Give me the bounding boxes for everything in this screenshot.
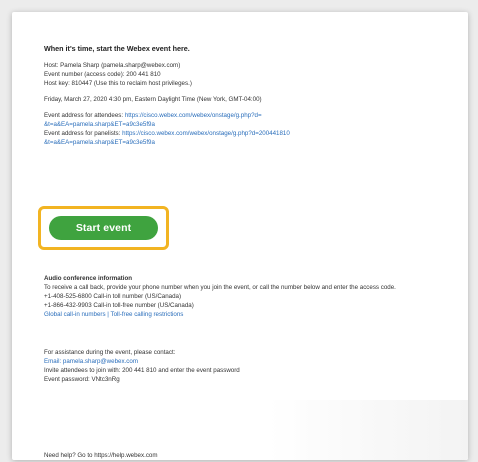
attendee-link-label: Event address for attendees: — [44, 112, 124, 119]
support-email-link[interactable]: Email: pamela.sharp@webex.com — [44, 357, 454, 366]
global-numbers-link[interactable]: Global call-in numbers | Toll-free calli… — [44, 310, 454, 319]
start-event-button[interactable]: Start event — [49, 216, 158, 240]
audio-line: +1-408-525-6800 Call-in toll number (US/… — [44, 293, 182, 300]
host-line: Host: Pamela Sharp (pamela.sharp@webex.c… — [44, 62, 181, 69]
support-line: For assistance during the event, please … — [44, 349, 176, 356]
panelist-link[interactable]: https://cisco.webex.com/webex/onstage/g.… — [122, 130, 290, 137]
email-page: When it's time, start the Webex event he… — [12, 12, 468, 460]
email-body: When it's time, start the Webex event he… — [44, 44, 454, 147]
audio-line: +1-866-432-9903 Call-in toll-free number… — [44, 302, 194, 309]
audio-heading: Audio conference information — [44, 275, 133, 282]
edge-fade — [268, 400, 468, 460]
event-date: Friday, March 27, 2020 4:30 pm, Eastern … — [44, 96, 262, 103]
attendee-link-cont[interactable]: &t=a&EA=pamela.sharp&ET=a9c3e5f9a — [44, 120, 454, 129]
email-heading: When it's time, start the Webex event he… — [44, 44, 190, 53]
host-info: Host: Pamela Sharp (pamela.sharp@webex.c… — [44, 61, 454, 88]
support-info: For assistance during the event, please … — [44, 348, 454, 384]
attendee-link-block: Event address for attendees: https://cis… — [44, 111, 454, 147]
event-number-line: Event number (access code): 200 441 810 — [44, 71, 161, 78]
audio-info: Audio conference information To receive … — [44, 274, 454, 319]
panelist-link-label: Event address for panelists: — [44, 130, 121, 137]
panelist-link-cont[interactable]: &t=a&EA=pamela.sharp&ET=a9c3e5f9a — [44, 138, 454, 147]
attendee-link[interactable]: https://cisco.webex.com/webex/onstage/g.… — [125, 112, 262, 119]
support-extra: Event password: VNtc3nRg — [44, 376, 120, 383]
host-key-line: Host key: 810447 (Use this to reclaim ho… — [44, 80, 192, 87]
audio-line: To receive a call back, provide your pho… — [44, 284, 396, 291]
support-extra: Invite attendees to join with: 200 441 8… — [44, 367, 240, 374]
start-event-highlight: Start event — [38, 206, 169, 250]
